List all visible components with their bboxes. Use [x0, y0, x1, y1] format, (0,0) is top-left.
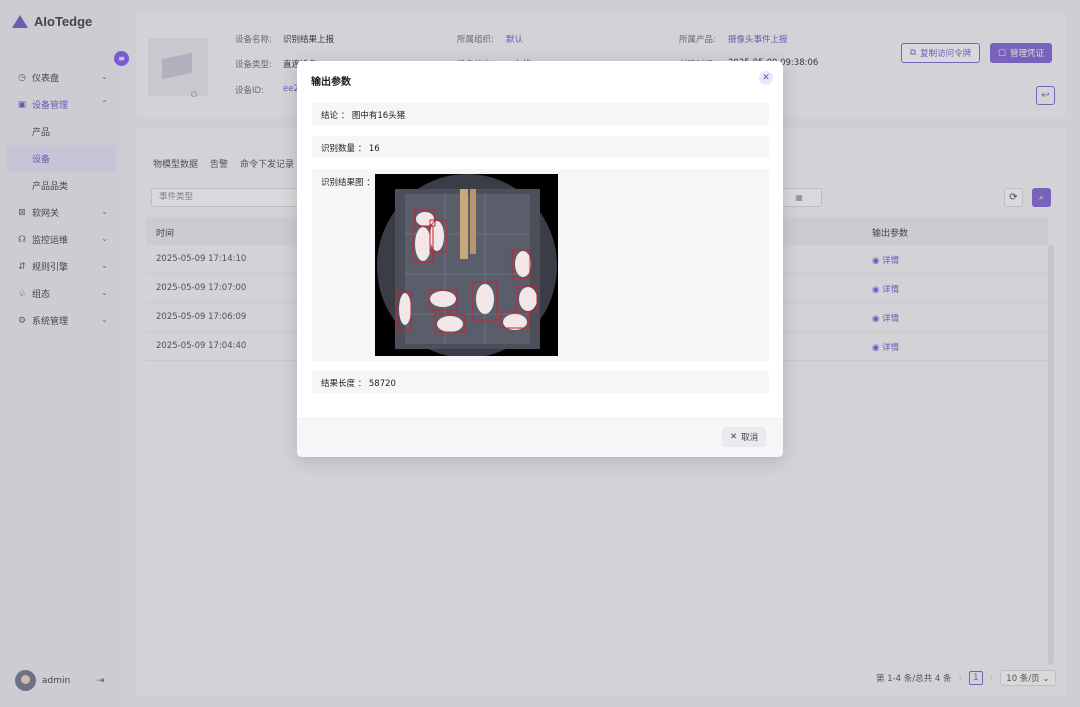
length-field: 结果长度 ： 58720 [312, 371, 769, 393]
result-image[interactable] [375, 174, 558, 356]
dialog-footer: ✕ 取消 [297, 417, 783, 457]
count-field: 识别数量 ： 16 [312, 136, 769, 158]
menu-collapse-icon[interactable]: ≡ [114, 51, 129, 66]
detection-image-svg [375, 174, 558, 356]
dialog-title: 输出参数 [311, 77, 351, 88]
cancel-label: 取消 [741, 433, 759, 443]
conclusion-text: 结论 ： 图中有16头猪 [321, 111, 406, 121]
result-image-field: 识别结果图 ： [312, 169, 769, 361]
count-text: 识别数量 ： 16 [321, 144, 380, 154]
length-text: 结果长度 ： 58720 [321, 379, 396, 389]
conclusion-field: 结论 ： 图中有16头猪 [312, 103, 769, 125]
result-image-label: 识别结果图 ： [321, 178, 375, 188]
cancel-button[interactable]: ✕ 取消 [722, 427, 767, 447]
close-icon[interactable]: ✕ [759, 71, 773, 85]
output-params-dialog: 输出参数 ✕ 结论 ： 图中有16头猪 识别数量 ： 16 识别结果图 ： 结果… [297, 61, 783, 457]
close-icon: ✕ [730, 432, 738, 442]
